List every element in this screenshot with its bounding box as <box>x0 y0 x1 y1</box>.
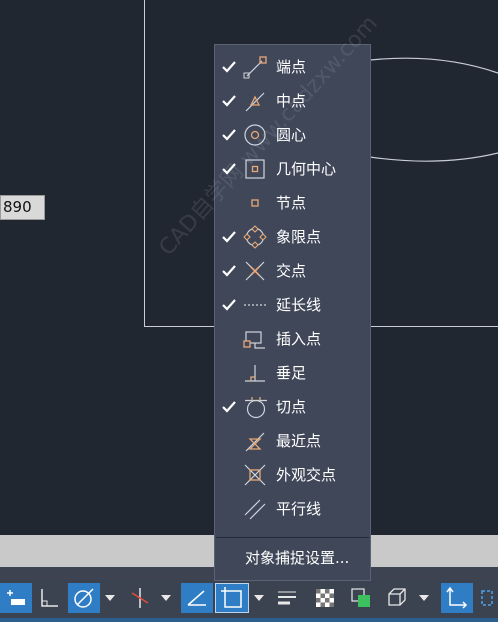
menu-item-parallel[interactable]: 平行线 <box>215 492 370 526</box>
dynamic-ucs-button[interactable] <box>441 583 473 613</box>
check-icon <box>222 95 236 107</box>
3d-osnap-dropdown[interactable] <box>417 583 431 613</box>
check-icon <box>222 231 236 243</box>
check-icon <box>222 299 236 311</box>
menu-item-perpendicular[interactable]: 垂足 <box>215 356 370 390</box>
menu-item-quadrant[interactable]: 象限点 <box>215 220 370 254</box>
isodraft-dropdown[interactable] <box>159 583 173 613</box>
menu-item-label: 最近点 <box>276 432 322 450</box>
menu-item-label: 插入点 <box>276 330 322 348</box>
menu-item-label: 象限点 <box>276 228 322 246</box>
selection-cycling-icon <box>351 588 370 607</box>
check-icon <box>222 61 236 73</box>
lineweight-button[interactable] <box>271 583 303 613</box>
perpendicular-icon <box>245 365 265 382</box>
tangent-icon <box>245 397 267 419</box>
menu-item-midpoint[interactable]: 中点 <box>215 84 370 118</box>
transparency-button[interactable] <box>309 583 341 613</box>
ortho-button[interactable] <box>35 583 65 613</box>
menu-item-label: 延长线 <box>276 296 322 314</box>
3d-osnap-icon <box>388 588 406 606</box>
node-icon <box>251 199 259 207</box>
isodraft-button[interactable] <box>124 583 156 613</box>
menu-separator <box>216 537 369 538</box>
parallel-icon <box>244 499 266 520</box>
dynamic-ucs-icon <box>446 586 468 609</box>
lineweight-icon <box>278 591 296 605</box>
menu-item-label: 几何中心 <box>276 160 337 178</box>
geometric-center-icon <box>245 159 265 179</box>
midpoint-icon <box>245 92 265 112</box>
3d-osnap-button[interactable] <box>381 583 413 613</box>
check-icon <box>222 129 236 141</box>
check-icon <box>222 265 236 277</box>
menu-item-geometric-center[interactable]: 几何中心 <box>215 152 370 186</box>
menu-item-osnap-settings[interactable]: 对象捕捉设置... <box>215 542 370 574</box>
customize-icon <box>481 590 493 606</box>
quadrant-icon <box>243 225 267 249</box>
drawing-line <box>144 0 145 327</box>
menu-item-extension[interactable]: 延长线 <box>215 288 370 322</box>
menu-item-label: 外观交点 <box>276 466 337 484</box>
isodraft-icon <box>131 588 149 608</box>
extension-icon <box>244 304 266 306</box>
drawing-arc <box>370 57 498 162</box>
menu-item-center[interactable]: 圆心 <box>215 118 370 152</box>
object-snap-tracking-icon <box>187 590 206 606</box>
check-icon <box>222 401 236 413</box>
polar-tracking-dropdown[interactable] <box>103 583 117 613</box>
object-snap-menu: 端点 中点 圆心 几何中心 节点 象限点 交点 延长线 插入点 垂足 切点 最近… <box>214 44 371 581</box>
menu-item-node[interactable]: 节点 <box>215 186 370 220</box>
menu-item-label: 平行线 <box>276 500 322 518</box>
coordinate-input-box[interactable]: 890 <box>0 195 45 220</box>
endpoint-icon <box>243 56 267 79</box>
apparent-intersection-icon <box>244 464 266 486</box>
nearest-icon <box>245 432 265 452</box>
menu-item-label: 垂足 <box>276 364 307 382</box>
menu-item-nearest[interactable]: 最近点 <box>215 424 370 458</box>
menu-item-label: 端点 <box>276 58 307 76</box>
menu-item-label: 圆心 <box>276 126 307 144</box>
insertion-icon <box>243 331 265 349</box>
polar-tracking-icon <box>74 588 94 608</box>
object-snap-icon <box>221 587 242 608</box>
menu-item-label: 交点 <box>276 262 307 280</box>
ortho-icon <box>41 589 58 607</box>
object-snap-button[interactable] <box>215 583 249 613</box>
menu-item-label: 中点 <box>276 92 307 110</box>
polar-tracking-button[interactable] <box>68 583 100 613</box>
menu-item-label: 节点 <box>276 194 307 212</box>
dynamic-input-icon <box>7 590 25 605</box>
intersection-icon <box>245 261 265 281</box>
bottom-highlight <box>0 618 498 622</box>
object-snap-tracking-button[interactable] <box>181 583 213 613</box>
dynamic-input-button[interactable] <box>0 583 32 613</box>
menu-item-tangent[interactable]: 切点 <box>215 390 370 424</box>
object-snap-dropdown[interactable] <box>252 583 266 613</box>
center-icon <box>244 124 266 146</box>
menu-item-endpoint[interactable]: 端点 <box>215 50 370 84</box>
selection-cycling-button[interactable] <box>345 583 377 613</box>
transparency-icon <box>316 589 334 607</box>
customize-button[interactable] <box>478 583 498 613</box>
menu-item-intersection[interactable]: 交点 <box>215 254 370 288</box>
menu-item-label: 对象捕捉设置... <box>245 549 350 567</box>
check-icon <box>222 163 236 175</box>
menu-item-apparent-intersection[interactable]: 外观交点 <box>215 458 370 492</box>
menu-item-insertion[interactable]: 插入点 <box>215 322 370 356</box>
menu-item-label: 切点 <box>276 398 307 416</box>
